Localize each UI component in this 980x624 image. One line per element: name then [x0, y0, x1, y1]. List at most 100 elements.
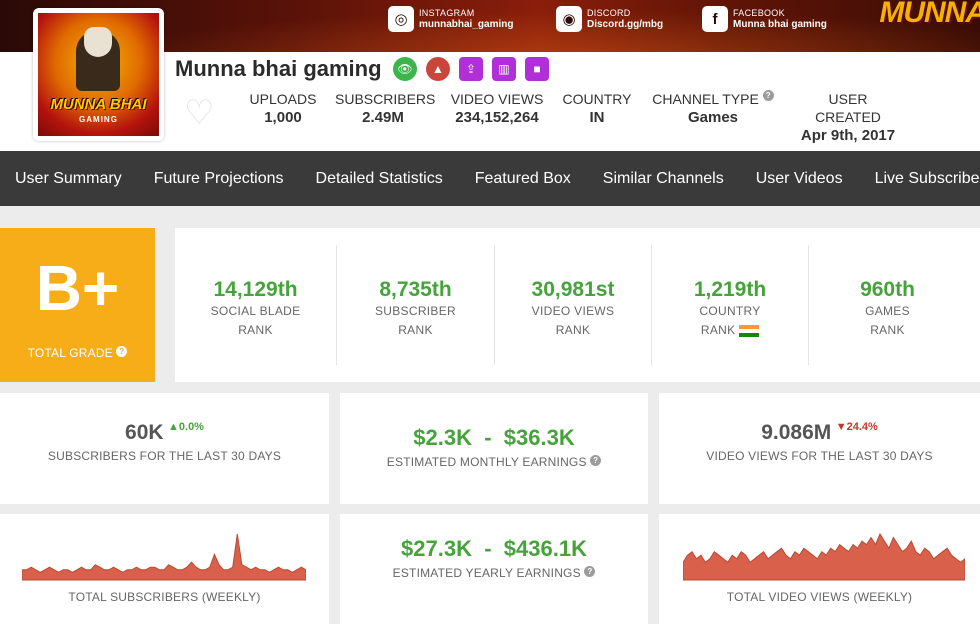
- nav-similar-channels[interactable]: Similar Channels: [587, 170, 740, 188]
- views-30-days-card: 9.086M ▼24.4% VIDEO VIEWS FOR THE LAST 3…: [659, 393, 980, 504]
- delta-text: 24.4%: [846, 421, 878, 433]
- stat-label: COUNTRY: [562, 91, 632, 107]
- views-30-caption: VIDEO VIEWS FOR THE LAST 30 DAYS: [706, 449, 933, 463]
- facebook-link[interactable]: f FACEBOOK Munna bhai gaming: [702, 6, 827, 32]
- avatar-logo-text: MUNNA BHAI: [50, 96, 147, 113]
- bar-chart-icon[interactable]: ▥: [492, 57, 516, 81]
- instagram-label: INSTAGRAM: [419, 7, 475, 18]
- stat-country: COUNTRY IN: [562, 90, 632, 128]
- rank-value: 14,129th: [213, 278, 298, 301]
- yearly-low: $27.3K: [401, 536, 472, 561]
- rank-label: VIDEO VIEWS: [531, 304, 615, 318]
- instagram-handle: munnabhai_gaming: [419, 18, 514, 30]
- nav-detailed-statistics[interactable]: Detailed Statistics: [300, 170, 459, 188]
- stat-value: 234,152,264: [455, 109, 539, 126]
- sparkline-area: [22, 533, 306, 581]
- delta-text: 0.0%: [178, 421, 204, 433]
- rank-subscriber: 8,735th SUBSCRIBER RANK: [337, 245, 495, 365]
- nav-future-projections[interactable]: Future Projections: [138, 170, 300, 188]
- rank-country: 1,219th COUNTRY RANK: [652, 245, 809, 365]
- rank-value: 30,981st: [531, 278, 615, 301]
- stat-value: Apr 9th, 2017: [800, 127, 896, 144]
- video-camera-icon[interactable]: ■: [525, 57, 549, 81]
- rank-label: RANK: [555, 323, 591, 337]
- rank-games: 960th GAMES RANK: [809, 245, 966, 365]
- discord-handle: Discord.gg/mbg: [587, 18, 664, 30]
- rank-social-blade: 14,129th SOCIAL BLADE RANK: [175, 245, 337, 365]
- discord-label: DISCORD: [587, 7, 631, 18]
- stat-uploads: UPLOADS 1,000: [248, 90, 318, 128]
- grade-label: TOTAL GRADE: [27, 346, 113, 360]
- views-30-value: 9.086M: [761, 421, 832, 444]
- subs-30-caption: SUBSCRIBERS FOR THE LAST 30 DAYS: [47, 449, 282, 463]
- rank-label: RANK: [700, 323, 736, 337]
- help-icon[interactable]: ?: [590, 455, 602, 466]
- stat-video-views: VIDEO VIEWS 234,152,264: [448, 90, 546, 128]
- stat-label: UPLOADS: [249, 91, 317, 107]
- monthly-caption: ESTIMATED MONTHLY EARNINGS: [386, 455, 587, 469]
- rank-label: COUNTRY: [699, 304, 761, 318]
- discord-link[interactable]: ◉ DISCORD Discord.gg/mbg: [556, 6, 663, 32]
- instagram-link[interactable]: ◎ INSTAGRAM munnabhai_gaming: [388, 6, 513, 32]
- facebook-label: FACEBOOK: [733, 7, 785, 18]
- total-grade-card: B+ TOTAL GRADE ?: [0, 228, 155, 382]
- instagram-icon: ◎: [388, 6, 414, 32]
- flame-icon[interactable]: ▲: [426, 57, 450, 81]
- banner-brand-logo: MUNNA: [879, 0, 980, 29]
- rank-value: 1,219th: [693, 278, 767, 301]
- monthly-low: $2.3K: [413, 425, 472, 450]
- yearly-earnings-card: $27.3K - $436.1K ESTIMATED YEARLY EARNIN…: [340, 514, 648, 624]
- rank-label: GAMES: [865, 304, 910, 318]
- stat-value: 1,000: [264, 109, 302, 126]
- india-flag-icon: [739, 324, 760, 337]
- help-icon[interactable]: ?: [762, 90, 774, 101]
- section-nav: User Summary Future Projections Detailed…: [0, 151, 980, 206]
- monthly-high: $36.3K: [503, 425, 575, 450]
- views-30-delta: ▼24.4%: [835, 421, 878, 433]
- stat-value: 2.49M: [362, 109, 404, 126]
- nav-user-summary[interactable]: User Summary: [0, 170, 138, 188]
- sparkline-area: [683, 532, 965, 581]
- subs-30-value: 60K: [125, 421, 164, 444]
- help-icon[interactable]: ?: [584, 566, 596, 577]
- subscribers-sparkline: [22, 533, 306, 581]
- rank-video-views: 30,981st VIDEO VIEWS RANK: [495, 245, 652, 365]
- subs-30-delta: ▲0.0%: [168, 421, 204, 433]
- nav-user-videos[interactable]: User Videos: [740, 170, 859, 188]
- stat-value: IN: [589, 109, 605, 126]
- rank-label: SOCIAL BLADE: [210, 304, 301, 318]
- rank-label: RANK: [398, 323, 433, 337]
- rank-panel: 14,129th SOCIAL BLADE RANK 8,735th SUBSC…: [175, 228, 980, 382]
- stat-channel-type: CHANNEL TYPE ? Games: [648, 90, 778, 128]
- nav-featured-box[interactable]: Featured Box: [459, 170, 587, 188]
- cloud-upload-icon[interactable]: ⇪: [459, 57, 483, 81]
- views-sparkline: [683, 532, 965, 581]
- yearly-high: $436.1K: [503, 536, 587, 561]
- rank-label: SUBSCRIBER: [374, 304, 457, 318]
- facebook-handle: Munna bhai gaming: [733, 18, 827, 30]
- stat-user-created: USER CREATED Apr 9th, 2017: [794, 90, 902, 146]
- channel-badges: 👁 ▲ ⇪ ▥ ■: [393, 57, 549, 81]
- eye-icon[interactable]: 👁: [393, 57, 417, 81]
- facebook-icon: f: [702, 6, 728, 32]
- avatar-logo-sub: GAMING: [79, 115, 118, 124]
- rank-label: RANK: [870, 323, 905, 337]
- discord-icon: ◉: [556, 6, 582, 32]
- stat-value: Games: [687, 109, 739, 126]
- total-subscribers-card: TOTAL SUBSCRIBERS (WEEKLY): [0, 514, 329, 624]
- monthly-earnings-card: $2.3K - $36.3K ESTIMATED MONTHLY EARNING…: [340, 393, 648, 504]
- yearly-sep: -: [484, 536, 492, 561]
- channel-name: Munna bhai gaming: [175, 56, 382, 81]
- stat-subscribers: SUBSCRIBERS 2.49M: [335, 90, 435, 128]
- total-views-caption: TOTAL VIDEO VIEWS (WEEKLY): [726, 590, 913, 604]
- avatar-mask: [84, 27, 112, 57]
- total-subs-caption: TOTAL SUBSCRIBERS (WEEKLY): [68, 590, 261, 604]
- help-icon[interactable]: ?: [116, 346, 128, 357]
- favorite-heart-icon[interactable]: ♡: [184, 96, 214, 130]
- stat-label: CHANNEL TYPE: [652, 91, 759, 107]
- channel-avatar[interactable]: MUNNA BHAI GAMING: [33, 8, 164, 141]
- rank-value: 960th: [860, 278, 915, 301]
- stat-label: VIDEO VIEWS: [450, 91, 544, 107]
- nav-live-subscriber[interactable]: Live Subscriber: [859, 170, 980, 188]
- grade-value: B+: [35, 252, 120, 324]
